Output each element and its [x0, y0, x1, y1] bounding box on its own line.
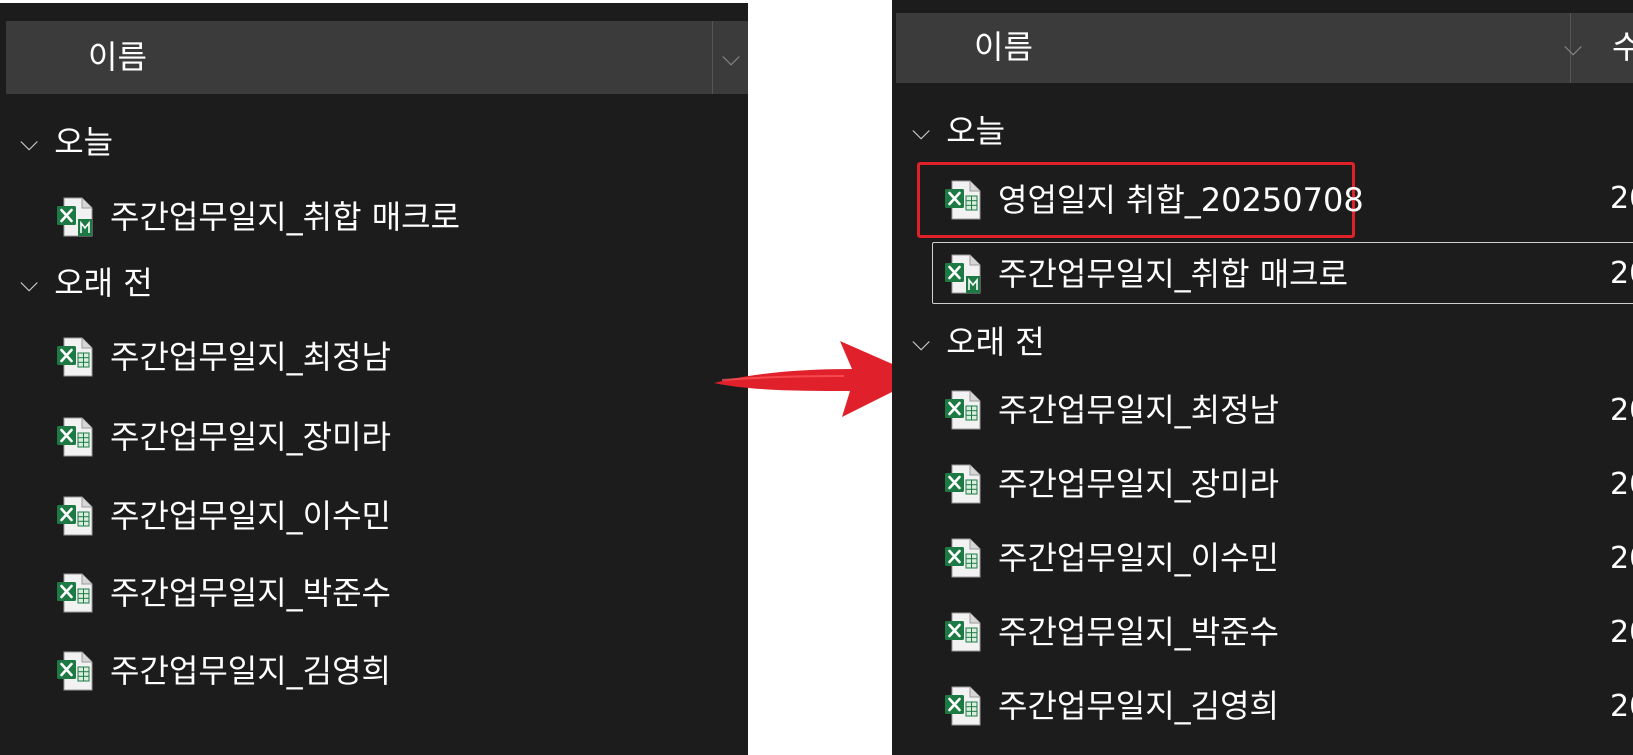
group-header-long-ago[interactable]: ⌵ 오래 전 — [912, 326, 1045, 358]
file-item[interactable]: 주간업무일지_최정남 — [56, 337, 391, 377]
file-item[interactable]: 주간업무일지_장미라 — [56, 417, 391, 457]
file-item[interactable]: 주간업무일지_최정남 — [944, 390, 1279, 430]
excel-file-icon — [944, 180, 982, 220]
file-date: 20 — [1610, 181, 1633, 216]
column-header-name[interactable]: 이름 — [974, 31, 1033, 63]
excel-file-icon — [944, 612, 982, 652]
file-name: 영업일지 취합_20250708 — [998, 181, 1364, 219]
group-header-today[interactable]: ⌵ 오늘 — [912, 115, 1005, 147]
group-label: 오래 전 — [946, 323, 1045, 361]
column-header: 이름 ⌵ 수 — [896, 13, 1633, 83]
file-name: 주간업무일지_최정남 — [998, 391, 1279, 429]
excel-macro-file-icon — [944, 254, 982, 294]
file-item-new[interactable]: 영업일지 취합_20250708 — [944, 180, 1364, 220]
file-name: 주간업무일지_이수민 — [998, 539, 1279, 577]
file-name: 주간업무일지_장미라 — [998, 465, 1279, 503]
file-item[interactable]: 주간업무일지_김영희 — [56, 651, 391, 691]
excel-file-icon — [56, 496, 94, 536]
chevron-down-icon[interactable]: ⌵ — [912, 330, 930, 354]
file-name: 주간업무일지_박준수 — [110, 574, 391, 612]
group-header-long-ago[interactable]: ⌵ 오래 전 — [20, 267, 153, 299]
file-date: 20 — [1610, 689, 1633, 724]
excel-file-icon — [944, 538, 982, 578]
file-item[interactable]: 주간업무일지_박준수 — [56, 573, 391, 613]
file-name: 주간업무일지_취합 매크로 — [110, 198, 461, 236]
file-name: 주간업무일지_취합 매크로 — [998, 255, 1349, 293]
column-header-name[interactable]: 이름 — [88, 41, 147, 73]
file-name: 주간업무일지_장미라 — [110, 418, 391, 456]
excel-file-icon — [944, 390, 982, 430]
column-header: 이름 ⌵ — [6, 21, 748, 94]
excel-file-icon — [56, 417, 94, 457]
file-item[interactable]: 주간업무일지_장미라 — [944, 464, 1279, 504]
group-label: 오늘 — [946, 112, 1006, 150]
file-name: 주간업무일지_김영희 — [110, 652, 391, 690]
excel-file-icon — [944, 686, 982, 726]
column-header-modified[interactable]: 수 — [1612, 31, 1633, 63]
file-item[interactable]: 주간업무일지_이수민 — [56, 496, 391, 536]
excel-file-icon — [56, 651, 94, 691]
column-divider[interactable] — [712, 21, 713, 94]
excel-file-icon — [944, 464, 982, 504]
excel-file-icon — [56, 337, 94, 377]
file-date: 20 — [1610, 467, 1633, 502]
excel-macro-file-icon — [56, 197, 94, 237]
chevron-down-icon[interactable]: ⌵ — [20, 271, 38, 295]
file-name: 주간업무일지_이수민 — [110, 497, 391, 535]
group-label: 오늘 — [54, 123, 114, 161]
file-explorer-after: 이름 ⌵ 수 ⌵ 오늘 영업일지 취합_20250708 20 주간업무일지_취… — [892, 0, 1633, 755]
file-item[interactable]: 주간업무일지_박준수 — [944, 612, 1279, 652]
group-label: 오래 전 — [54, 264, 153, 302]
file-item[interactable]: 주간업무일지_이수민 — [944, 538, 1279, 578]
file-date: 20 — [1610, 615, 1633, 650]
file-item[interactable]: 주간업무일지_취합 매크로 — [944, 254, 1348, 294]
file-date: 20 — [1610, 256, 1633, 291]
chevron-down-icon[interactable]: ⌵ — [722, 45, 740, 69]
file-date: 20 — [1610, 393, 1633, 428]
file-explorer-before: 이름 ⌵ ⌵ 오늘 주간업무일지_취합 매크로 ⌵ 오래 전 주간업무일지_최정… — [0, 3, 748, 755]
excel-file-icon — [56, 573, 94, 613]
file-item[interactable]: 주간업무일지_취합 매크로 — [56, 197, 460, 237]
chevron-down-icon[interactable]: ⌵ — [1564, 35, 1582, 59]
file-date: 20 — [1610, 541, 1633, 576]
file-name: 주간업무일지_김영희 — [998, 687, 1279, 725]
file-item[interactable]: 주간업무일지_김영희 — [944, 686, 1279, 726]
file-name: 주간업무일지_박준수 — [998, 613, 1279, 651]
group-header-today[interactable]: ⌵ 오늘 — [20, 126, 113, 158]
file-name: 주간업무일지_최정남 — [110, 338, 391, 376]
chevron-down-icon[interactable]: ⌵ — [912, 119, 930, 143]
chevron-down-icon[interactable]: ⌵ — [20, 130, 38, 154]
